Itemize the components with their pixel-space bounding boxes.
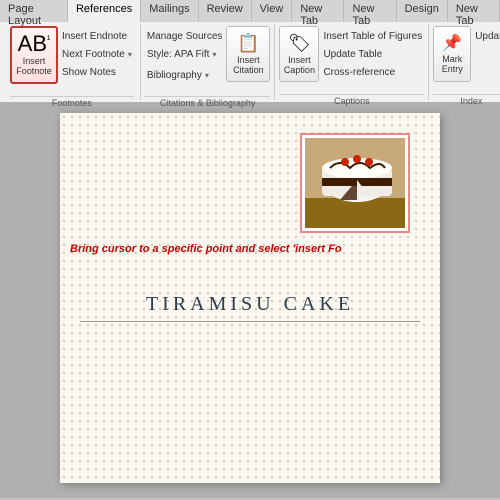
footnotes-group-content: AB¹ Insert Footnote Insert Endnote Next …: [10, 26, 134, 96]
document-image-container: [300, 133, 410, 233]
insert-endnote-label: Insert Endnote: [62, 31, 127, 42]
next-footnote-label: Next Footnote: [62, 49, 125, 60]
bibliography-dropdown-icon: ▾: [205, 71, 209, 80]
insert-citation-label: Insert Citation: [233, 56, 264, 76]
insert-citation-button[interactable]: 📋 Insert Citation: [226, 26, 270, 82]
mark-entry-label: Mark Entry: [436, 55, 468, 75]
instruction-text: Bring cursor to a specific point and sel…: [70, 243, 430, 255]
update-index-label: Update: [475, 31, 500, 42]
footnotes-group-label: Footnotes: [10, 96, 134, 108]
tab-mailings[interactable]: Mailings: [141, 0, 198, 22]
update-table-button[interactable]: Update Table: [321, 46, 424, 63]
index-small-buttons: Update: [473, 26, 500, 82]
tab-design[interactable]: Design: [397, 0, 448, 22]
captions-group-label: Captions: [279, 94, 424, 106]
ribbon: Page Layout References Mailings Review V…: [0, 0, 500, 103]
insert-footnote-button[interactable]: AB¹ Insert Footnote: [10, 26, 58, 84]
document-area: Bring cursor to a specific point and sel…: [0, 103, 500, 498]
tab-newtab3[interactable]: New Tab: [448, 0, 500, 22]
tab-view[interactable]: View: [252, 0, 293, 22]
ribbon-content: AB¹ Insert Footnote Insert Endnote Next …: [0, 22, 500, 102]
footnotes-group: AB¹ Insert Footnote Insert Endnote Next …: [4, 24, 141, 100]
captions-content: 🏷 Insert Caption Insert Table of Figures…: [279, 26, 424, 94]
cross-reference-button[interactable]: Cross-reference: [321, 64, 424, 81]
citations-group-label: Citations & Bibliography: [145, 96, 271, 108]
document-page[interactable]: Bring cursor to a specific point and sel…: [60, 113, 440, 483]
update-index-button[interactable]: Update: [473, 28, 500, 45]
update-table-label: Update Table: [323, 49, 382, 60]
tab-references[interactable]: References: [68, 0, 141, 22]
cake-image: [305, 138, 405, 228]
insert-endnote-button[interactable]: Insert Endnote: [60, 28, 134, 45]
show-notes-label: Show Notes: [62, 67, 116, 78]
manage-sources-label: Manage Sources: [147, 31, 223, 42]
insert-footnote-icon: AB¹: [18, 33, 51, 55]
insert-table-of-figures-label: Insert Table of Figures: [323, 31, 422, 42]
citations-group: Manage Sources Style: APA Fift ▾ Bibliog…: [141, 24, 276, 100]
tab-page-layout[interactable]: Page Layout: [0, 0, 68, 22]
document-title[interactable]: TIRAMISU CAKE: [80, 293, 420, 322]
cross-reference-label: Cross-reference: [323, 67, 395, 78]
mark-entry-icon: 📌: [442, 33, 462, 53]
mark-entry-button[interactable]: 📌 Mark Entry: [433, 26, 471, 82]
show-notes-button[interactable]: Show Notes: [60, 64, 134, 81]
insert-citation-icon: 📋: [237, 33, 259, 54]
tab-review[interactable]: Review: [199, 0, 252, 22]
index-group-label: Index: [433, 94, 500, 106]
tab-newtab2[interactable]: New Tab: [344, 0, 396, 22]
insert-footnote-label: Insert Footnote: [16, 57, 52, 77]
captions-small-buttons: Insert Table of Figures Update Table Cro…: [321, 26, 424, 82]
insert-caption-label: Insert Caption: [282, 56, 316, 76]
index-content: 📌 Mark Entry Update: [433, 26, 500, 94]
next-footnote-dropdown-icon: ▾: [128, 50, 132, 59]
next-footnote-button[interactable]: Next Footnote ▾: [60, 46, 134, 63]
style-dropdown-icon: ▾: [212, 50, 216, 59]
insert-table-of-figures-button[interactable]: Insert Table of Figures: [321, 28, 424, 45]
bibliography-dropdown[interactable]: Bibliography ▾: [145, 67, 225, 84]
ribbon-tab-bar: Page Layout References Mailings Review V…: [0, 0, 500, 22]
manage-sources-button[interactable]: Manage Sources: [145, 28, 225, 45]
index-group: 📌 Mark Entry Update Index: [429, 24, 500, 100]
footnotes-small-buttons: Insert Endnote Next Footnote ▾ Show Note…: [60, 26, 134, 81]
citations-top-buttons: Manage Sources Style: APA Fift ▾ Bibliog…: [145, 26, 225, 84]
tab-newtab1[interactable]: New Tab: [292, 0, 344, 22]
style-dropdown[interactable]: Style: APA Fift ▾: [145, 46, 225, 63]
cake-svg: [305, 138, 405, 228]
citations-content: Manage Sources Style: APA Fift ▾ Bibliog…: [145, 26, 271, 96]
captions-group: 🏷 Insert Caption Insert Table of Figures…: [275, 24, 429, 100]
style-label: Style: APA Fift: [147, 49, 210, 60]
bibliography-label: Bibliography: [147, 70, 202, 81]
insert-caption-button[interactable]: 🏷 Insert Caption: [279, 26, 319, 82]
insert-caption-icon: 🏷: [288, 33, 311, 54]
